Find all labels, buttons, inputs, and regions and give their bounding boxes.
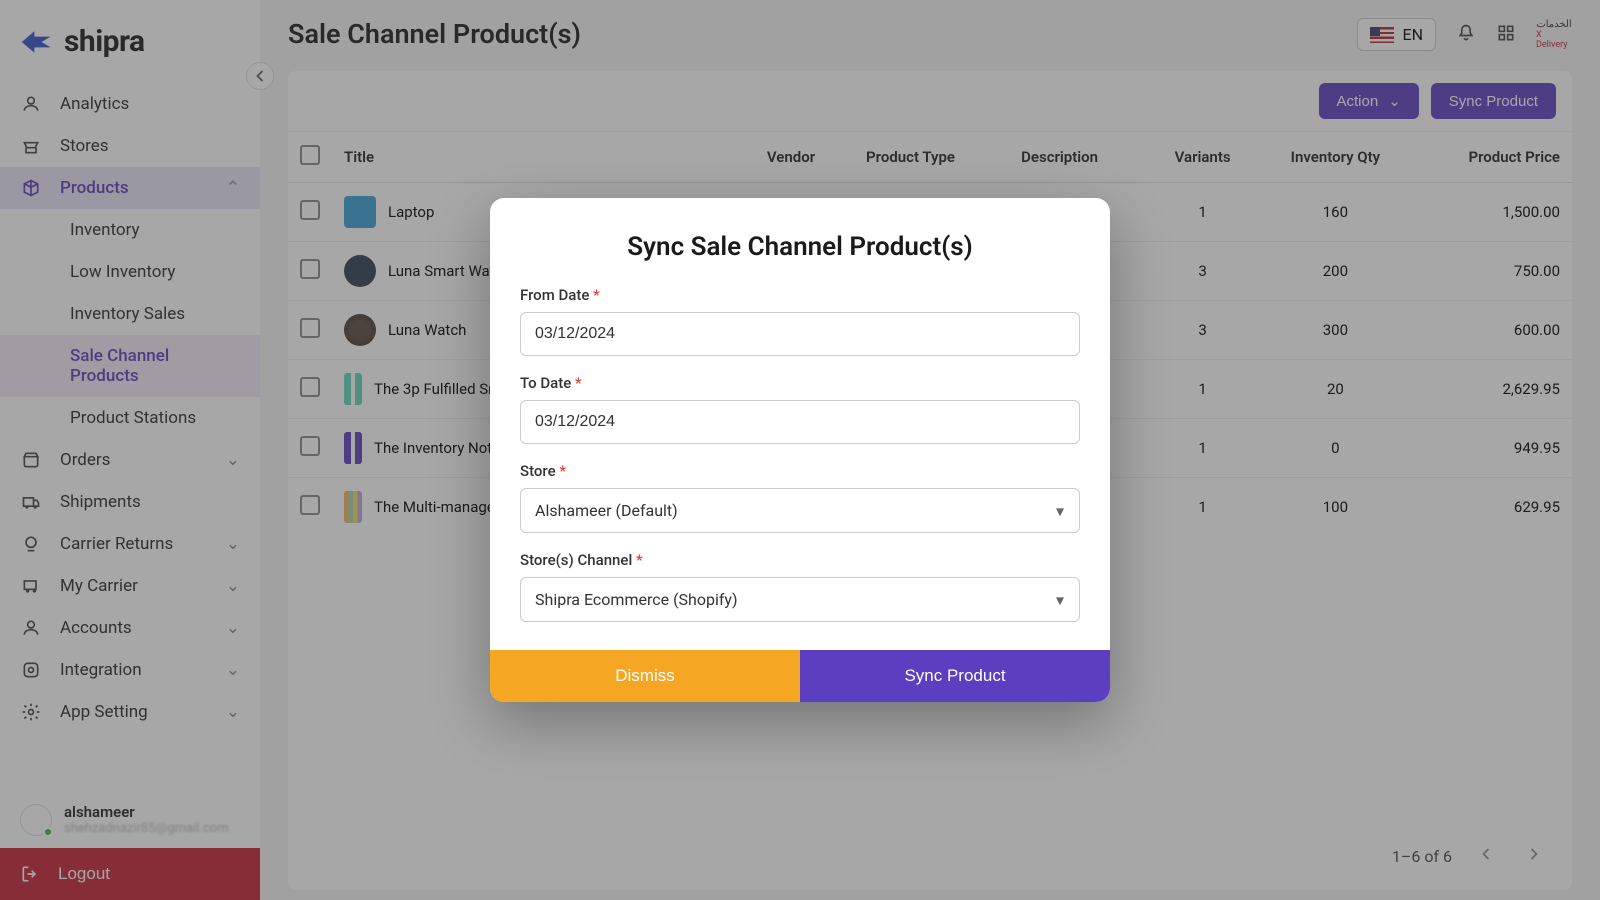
channel-select[interactable]: Shipra Ecommerce (Shopify) bbox=[520, 577, 1080, 622]
store-label: Store * bbox=[520, 462, 1080, 480]
store-select[interactable]: Alshameer (Default) bbox=[520, 488, 1080, 533]
modal-title: Sync Sale Channel Product(s) bbox=[520, 218, 1080, 286]
modal-overlay[interactable]: Sync Sale Channel Product(s) From Date *… bbox=[0, 0, 1600, 900]
sync-modal: Sync Sale Channel Product(s) From Date *… bbox=[490, 198, 1110, 702]
to-date-label: To Date * bbox=[520, 374, 1080, 392]
modal-sync-button[interactable]: Sync Product bbox=[800, 650, 1110, 702]
dismiss-button[interactable]: Dismiss bbox=[490, 650, 800, 702]
channel-label: Store(s) Channel * bbox=[520, 551, 1080, 569]
from-date-input[interactable] bbox=[520, 312, 1080, 356]
from-date-label: From Date * bbox=[520, 286, 1080, 304]
to-date-input[interactable] bbox=[520, 400, 1080, 444]
